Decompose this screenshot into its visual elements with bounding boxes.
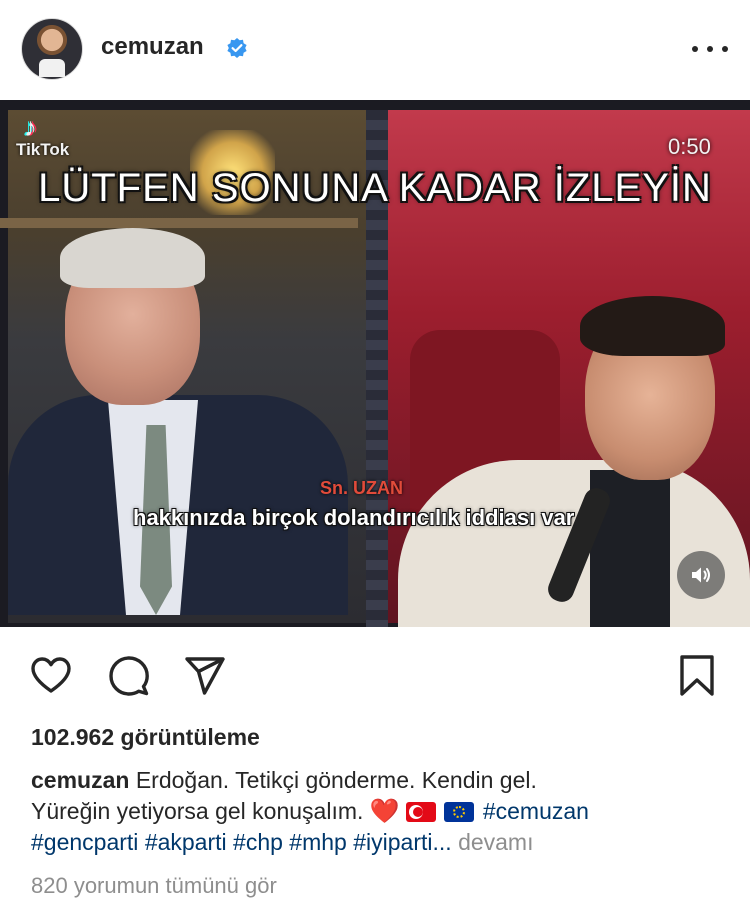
caption-line-3: #gencparti #akparti #chp #mhp #iyiparti.…: [31, 827, 731, 858]
view-all-comments-link[interactable]: 820 yorumun tümünü gör: [31, 873, 277, 899]
post-video[interactable]: ♪ TikTok 0:50 LÜTFEN SONUNA KADAR İZLEYİ…: [0, 100, 750, 627]
video-overlay-title: LÜTFEN SONUNA KADAR İZLEYİN: [38, 166, 712, 210]
caption-more-link[interactable]: devamı: [458, 829, 533, 855]
send-icon: [185, 657, 225, 695]
video-timer: 0:50: [668, 134, 711, 159]
more-dots-icon[interactable]: [692, 37, 728, 61]
share-button[interactable]: [182, 653, 228, 699]
avatar[interactable]: [21, 18, 83, 80]
hashtag-link[interactable]: #mhp: [289, 829, 347, 855]
caption-line-1: cemuzan Erdoğan. Tetikçi gönderme. Kendi…: [31, 765, 731, 796]
eu-flag-icon: [444, 802, 475, 822]
speaker-icon: [692, 567, 710, 583]
hashtag-link[interactable]: #gencparti: [31, 829, 138, 855]
hashtag-link[interactable]: #chp: [233, 829, 283, 855]
comment-button[interactable]: [106, 653, 152, 699]
save-button[interactable]: [674, 653, 720, 699]
bookmark-icon: [680, 655, 714, 696]
caption-username[interactable]: cemuzan: [31, 767, 129, 793]
sound-toggle-button[interactable]: [677, 551, 725, 599]
like-button[interactable]: [28, 653, 74, 699]
video-subtitle: hakkınızda birçok dolandırıcılık iddiası…: [133, 505, 575, 530]
tiktok-logo-icon: ♪: [24, 112, 37, 142]
caption-text-1: Erdoğan. Tetikçi gönderme. Kendin gel.: [135, 767, 537, 793]
comment-icon: [109, 656, 149, 696]
verified-badge-icon: [227, 38, 247, 58]
caption-line-2: Yüreğin yetiyorsa gel konuşalım. ❤️ #cem…: [31, 796, 731, 827]
speaker-label: Sn. UZAN: [320, 478, 403, 498]
turkey-flag-icon: [406, 802, 437, 822]
heart-icon: [31, 657, 71, 693]
hashtag-link[interactable]: #cemuzan: [483, 798, 589, 824]
view-count: 102.962 görüntüleme: [31, 724, 260, 750]
red-heart-emoji: ❤️: [369, 798, 400, 825]
hashtag-link[interactable]: #iyiparti...: [353, 829, 451, 855]
hashtag-link[interactable]: #akparti: [145, 829, 227, 855]
post-username[interactable]: cemuzan: [101, 33, 204, 61]
post-action-bar: [0, 627, 750, 719]
post-header: cemuzan: [0, 0, 750, 100]
caption-text-2: Yüreğin yetiyorsa gel konuşalım.: [31, 798, 364, 824]
post-caption: cemuzan Erdoğan. Tetikçi gönderme. Kendi…: [31, 765, 731, 858]
tiktok-watermark: TikTok: [16, 140, 70, 159]
